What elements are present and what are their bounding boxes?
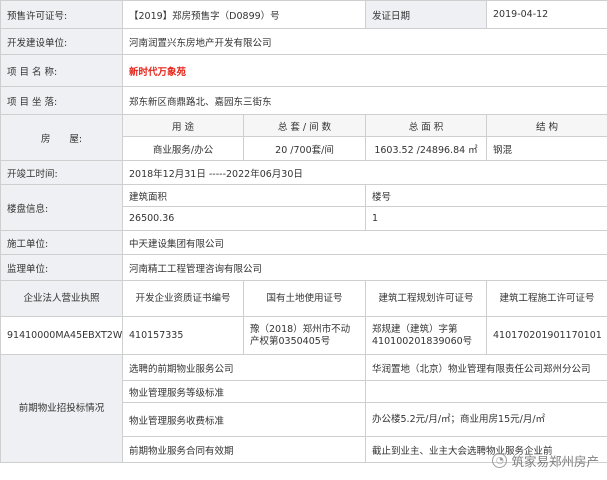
building-info-label: 楼盘信息:: [0, 184, 123, 231]
property-row-label: 前期物业服务合同有效期: [121, 436, 367, 463]
project-name-label: 项 目 名 称:: [0, 54, 123, 87]
developer-value: 河南润置兴东房地产开发有限公司: [121, 28, 607, 55]
issue-date-value: 2019-04-12: [486, 0, 607, 29]
watermark: ◔ 筑家易郑州房产: [492, 451, 599, 470]
housing-header-structure: 结 构: [486, 114, 607, 137]
housing-label: 房 屋:: [0, 114, 123, 161]
contractor-label: 施工单位:: [0, 230, 123, 255]
supervisor-value: 河南精工工程管理咨询有限公司: [121, 254, 607, 281]
row-location: 项 目 坐 落: 郑东新区商鼎路北、嘉园东三街东: [0, 86, 607, 115]
license-planning-value: 郑规建（建筑）字第410100201839060号: [365, 316, 488, 355]
row-building-header: 楼盘信息: 建筑面积 楼号: [0, 184, 607, 231]
developer-label: 开发建设单位:: [0, 28, 123, 55]
housing-header-area: 总 面 积: [365, 114, 488, 137]
license-header-business: 企业法人营业执照: [0, 280, 123, 317]
housing-units-value: 20 /700套/间: [242, 136, 367, 161]
housing-use-value: 商业服务/办公: [122, 136, 244, 161]
row-permit-number: 预售许可证号: 【2019】郑房预售字（D0899）号 发证日期 2019-04…: [0, 0, 607, 29]
project-name-value: 新时代万象苑: [121, 54, 607, 87]
property-row-label: 物业管理服务收费标准: [121, 402, 367, 437]
row-property-company: 前期物业招投标情况 选聘的前期物业服务公司 华润置地（北京）物业管理有限责任公司…: [0, 354, 607, 463]
watermark-text: 筑家易郑州房产: [511, 454, 599, 469]
issue-date-label: 发证日期: [365, 0, 488, 29]
license-land-value: 豫（2018）郑州市不动产权第0350405号: [242, 316, 367, 355]
property-row-label: 物业管理服务等级标准: [121, 380, 367, 403]
construction-period-value: 2018年12月31日 -----2022年06月30日: [121, 160, 607, 185]
permit-page: 预售许可证号: 【2019】郑房预售字（D0899）号 发证日期 2019-04…: [0, 0, 607, 480]
row-construction-period: 开竣工时间: 2018年12月31日 -----2022年06月30日: [0, 160, 607, 185]
permit-number-label: 预售许可证号:: [0, 0, 123, 29]
construction-period-label: 开竣工时间:: [0, 160, 123, 185]
license-construction-value: 410170201901170101: [486, 316, 607, 355]
license-header-land: 国有土地使用证号: [242, 280, 367, 317]
row-developer: 开发建设单位: 河南润置兴东房地产开发有限公司: [0, 28, 607, 55]
housing-area-value: 1603.52 /24896.84 ㎡: [365, 136, 488, 161]
housing-header-units: 总 套 / 间 数: [242, 114, 367, 137]
row-project-name: 项 目 名 称: 新时代万象苑: [0, 54, 607, 87]
license-business-value: 91410000MA45EBXT2W: [0, 316, 123, 355]
building-area-value: 26500.36: [121, 206, 367, 231]
property-row-label: 选聘的前期物业服务公司: [121, 354, 367, 381]
license-header-planning: 建筑工程规划许可证号: [365, 280, 488, 317]
supervisor-label: 监理单位:: [0, 254, 123, 281]
row-contractor: 施工单位: 中天建设集团有限公司: [0, 230, 607, 255]
presale-permit-table: 预售许可证号: 【2019】郑房预售字（D0899）号 发证日期 2019-04…: [0, 0, 607, 463]
property-mgmt-label: 前期物业招投标情况: [0, 354, 123, 463]
housing-structure-value: 钢混: [486, 136, 607, 161]
building-header-area: 建筑面积: [121, 184, 367, 207]
row-housing-header: 房 屋: 用 途 总 套 / 间 数 总 面 积 结 构: [0, 114, 607, 161]
building-header-number: 楼号: [365, 184, 607, 207]
row-supervisor: 监理单位: 河南精工工程管理咨询有限公司: [0, 254, 607, 281]
wechat-logo-icon: ◔: [492, 453, 508, 468]
contractor-value: 中天建设集团有限公司: [121, 230, 607, 255]
license-qualification-value: 410157335: [122, 316, 244, 355]
permit-number-value: 【2019】郑房预售字（D0899）号: [121, 0, 367, 29]
row-license-values: 91410000MA45EBXT2W 410157335 豫（2018）郑州市不…: [0, 316, 607, 355]
property-row-value: 华润置地（北京）物业管理有限责任公司郑州分公司: [365, 354, 607, 381]
row-license-headers: 企业法人营业执照 开发企业资质证书编号 国有土地使用证号 建筑工程规划许可证号 …: [0, 280, 607, 317]
property-row-value: [365, 380, 607, 403]
location-label: 项 目 坐 落:: [0, 86, 123, 115]
location-value: 郑东新区商鼎路北、嘉园东三街东: [121, 86, 607, 115]
housing-header-use: 用 途: [122, 114, 244, 137]
building-number-value: 1: [365, 206, 607, 231]
license-header-qualification: 开发企业资质证书编号: [122, 280, 244, 317]
property-row-value: 办公楼5.2元/月/㎡；商业用房15元/月/㎡: [365, 402, 607, 437]
license-header-construction: 建筑工程施工许可证号: [486, 280, 607, 317]
